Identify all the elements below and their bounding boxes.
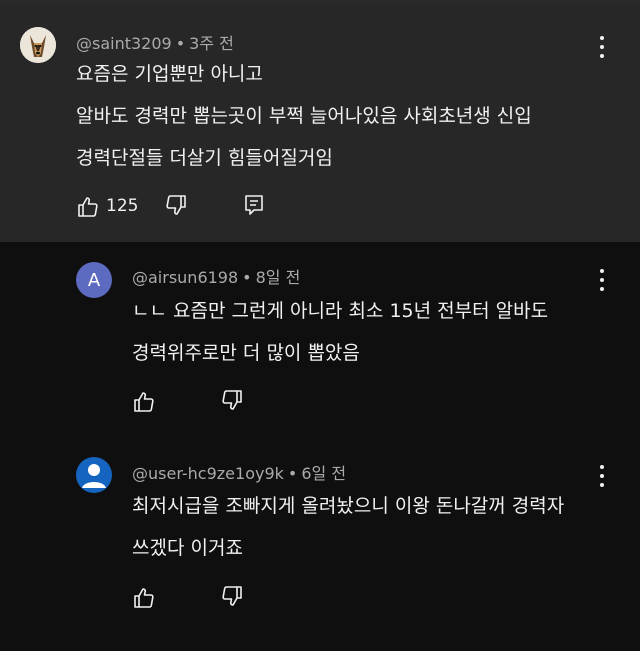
dislike-button[interactable] bbox=[220, 584, 244, 608]
comment-meta: @user-hc9ze1oy9k • 6일 전 bbox=[132, 460, 346, 484]
author-name[interactable]: @airsun6198 bbox=[132, 268, 238, 287]
thumbs-down-icon bbox=[222, 390, 242, 410]
comment-time[interactable]: 8일 전 bbox=[256, 268, 301, 287]
comment-time[interactable]: 3주 전 bbox=[189, 34, 234, 53]
reply-comment-icon bbox=[245, 195, 263, 215]
avatar-letter: A bbox=[87, 269, 101, 291]
thumbs-down-icon bbox=[166, 195, 186, 215]
comment-meta: @airsun6198 • 8일 전 bbox=[132, 264, 300, 288]
comment-text-line: 쓰겠다 이거죠 bbox=[132, 537, 243, 559]
dislike-button[interactable] bbox=[164, 193, 188, 217]
comment-text-line: ㄴㄴ 요즘만 그런게 아니라 최소 15년 전부터 알바도 bbox=[132, 300, 549, 322]
more-options-icon[interactable] bbox=[597, 269, 607, 291]
thumbs-up-icon bbox=[78, 197, 98, 217]
dislike-button[interactable] bbox=[220, 388, 244, 412]
thumbs-down-icon bbox=[222, 586, 242, 606]
dog-avatar-icon[interactable] bbox=[20, 27, 56, 63]
comment-meta: @saint3209 • 3주 전 bbox=[76, 30, 234, 54]
comment-text-line: 요즘은 기업뿐만 아니고 bbox=[76, 63, 263, 85]
comment-text-line: 경력위주로만 더 많이 뽑았음 bbox=[132, 342, 360, 364]
like-count: 125 bbox=[106, 196, 139, 216]
meta-separator: • bbox=[287, 464, 298, 483]
default-user-avatar-icon[interactable] bbox=[76, 457, 112, 493]
more-options-icon[interactable] bbox=[597, 465, 607, 487]
more-options-icon[interactable] bbox=[597, 36, 607, 58]
thumbs-up-icon bbox=[134, 588, 154, 608]
thumbs-up-icon bbox=[134, 392, 154, 412]
comment-text-line: 알바도 경력만 뽑는곳이 부쩍 늘어나있음 사회초년생 신입 bbox=[76, 105, 532, 127]
like-button[interactable] bbox=[132, 586, 156, 610]
comment-time[interactable]: 6일 전 bbox=[301, 464, 346, 483]
meta-separator: • bbox=[242, 268, 252, 287]
like-button[interactable] bbox=[76, 195, 100, 219]
reply-button[interactable] bbox=[242, 193, 266, 217]
comment-text-line: 경력단절들 더살기 힘들어질거임 bbox=[76, 147, 333, 169]
like-button[interactable] bbox=[132, 390, 156, 414]
letter-avatar[interactable]: A bbox=[76, 262, 112, 298]
meta-separator: • bbox=[175, 34, 186, 53]
comment-text-line: 최저시급을 조빠지게 올려놨으니 이왕 돈나갈꺼 경력자 bbox=[132, 495, 565, 517]
author-name[interactable]: @user-hc9ze1oy9k bbox=[132, 464, 284, 483]
author-name[interactable]: @saint3209 bbox=[76, 34, 172, 53]
